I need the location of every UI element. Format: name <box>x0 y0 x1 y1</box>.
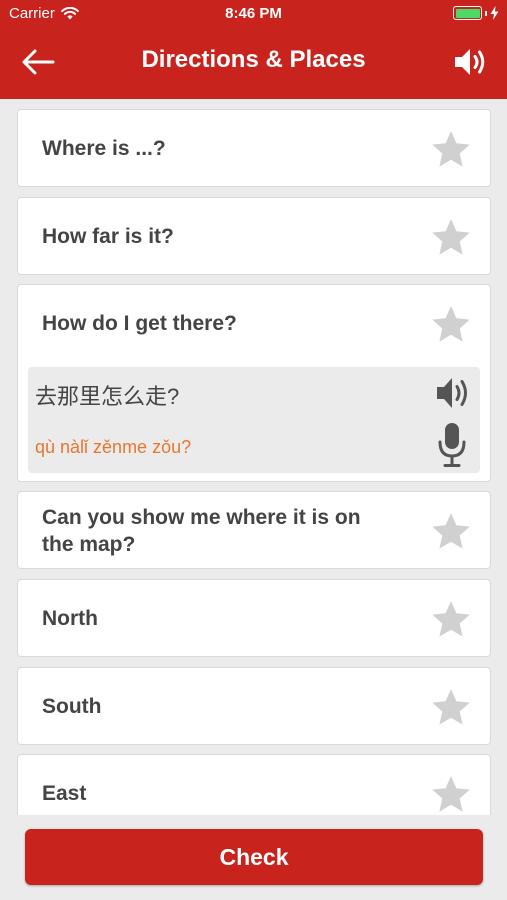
star-icon[interactable] <box>431 218 471 256</box>
speaker-icon <box>455 49 485 75</box>
status-bar: Carrier 8:46 PM <box>0 0 507 28</box>
battery-level-fill <box>455 8 480 18</box>
phrase-english: North <box>42 607 98 630</box>
footer: Check <box>0 815 507 900</box>
phrase-english: Can you show me where it is on the map? <box>42 506 361 556</box>
phrase-card[interactable]: Where is ...? <box>17 109 491 187</box>
phrase-english: How far is it? <box>42 225 174 248</box>
page-title: Directions & Places <box>141 46 366 73</box>
star-icon[interactable] <box>431 600 471 638</box>
speaker-button[interactable] <box>453 46 487 78</box>
star-icon[interactable] <box>431 130 471 168</box>
translation-panel: 去那里怎么走? qù nàlǐ zěnme zǒu? <box>28 367 480 473</box>
phrase-list[interactable]: Where is ...? How far is it? How do I ge… <box>0 99 507 815</box>
phrase-card[interactable]: East <box>17 754 491 815</box>
star-icon[interactable] <box>431 305 471 343</box>
battery-icon <box>453 6 499 20</box>
play-audio-icon[interactable] <box>436 374 472 412</box>
status-time: 8:46 PM <box>225 5 282 22</box>
phrase-card[interactable]: Can you show me where it is on the map? <box>17 491 491 569</box>
star-icon[interactable] <box>431 688 471 726</box>
phrase-card-expanded[interactable]: How do I get there? 去那里怎么走? qù nàlǐ zěnm… <box>17 284 491 482</box>
phrase-card[interactable]: North <box>17 579 491 657</box>
star-icon[interactable] <box>431 512 471 550</box>
phrase-english: How do I get there? <box>42 312 237 335</box>
phrase-english: Where is ...? <box>42 137 166 160</box>
phrase-english: South <box>42 695 102 718</box>
nav-bar: Directions & Places <box>0 36 507 88</box>
check-button[interactable]: Check <box>25 829 483 885</box>
microphone-icon[interactable] <box>437 422 467 468</box>
top-bar: Carrier 8:46 PM Directions & Places <box>0 0 507 99</box>
phrase-card[interactable]: How far is it? <box>17 197 491 275</box>
phrase-english: East <box>42 782 87 805</box>
charging-bolt-icon <box>490 6 499 20</box>
phrase-pinyin: qù nàlǐ zěnme zǒu? <box>35 437 192 457</box>
star-icon[interactable] <box>431 775 471 813</box>
phrase-chinese: 去那里怎么走? <box>35 384 180 409</box>
phrase-card[interactable]: South <box>17 667 491 745</box>
